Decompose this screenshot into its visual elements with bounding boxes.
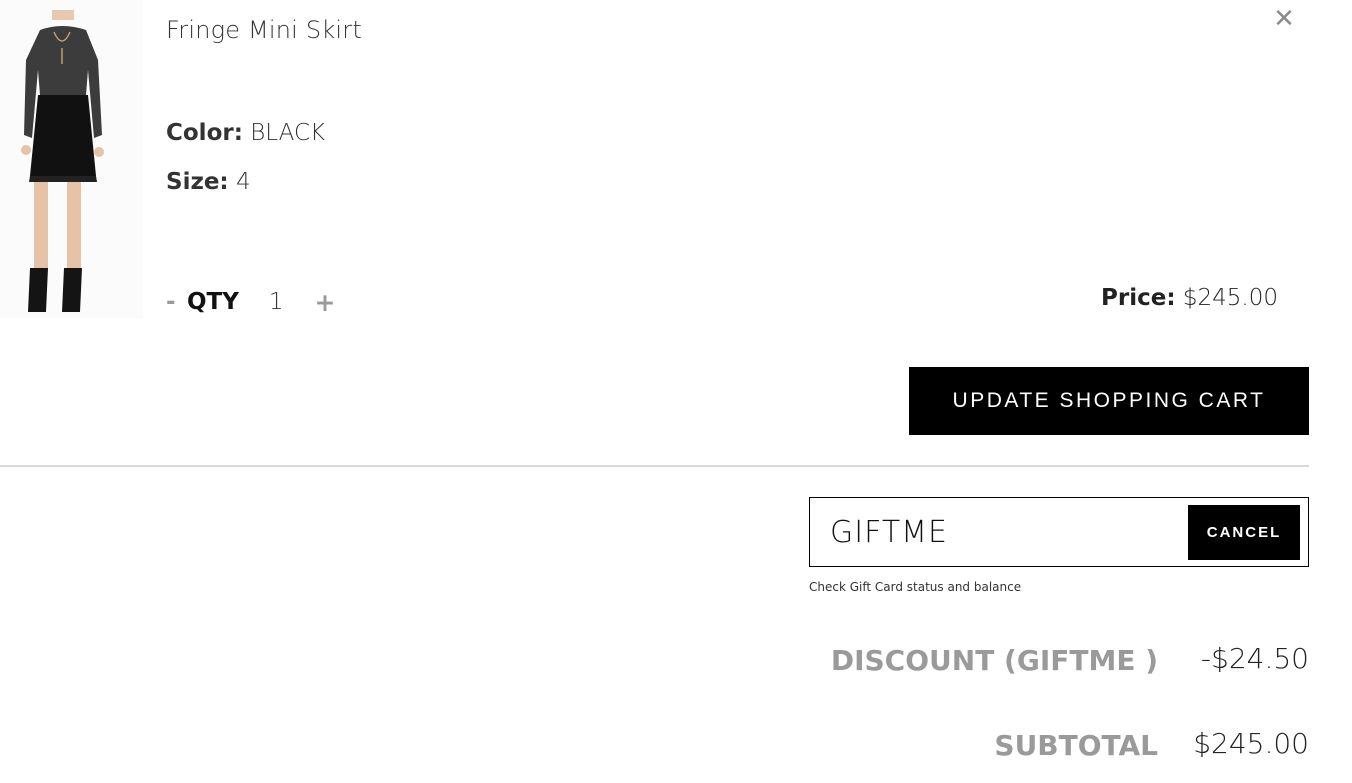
cancel-gift-code-button[interactable]: CANCEL (1188, 505, 1300, 560)
size-value: 4 (235, 169, 251, 195)
subtotal-label: SUBTOTAL (994, 729, 1158, 762)
color-label: Color: (166, 120, 243, 146)
qty-decrease-button[interactable]: - (166, 289, 180, 315)
quantity-stepper: - QTY 1 + (166, 285, 336, 319)
section-divider (0, 465, 1309, 467)
update-shopping-cart-button[interactable]: UPDATE SHOPPING CART (909, 367, 1309, 435)
discount-label: DISCOUNT (GIFTME ) (830, 644, 1158, 677)
color-value: BLACK (250, 120, 326, 146)
product-image[interactable] (0, 0, 143, 318)
qty-value[interactable]: 1 (269, 289, 284, 315)
size-label: Size: (166, 169, 229, 195)
product-name[interactable]: Fringe Mini Skirt (166, 16, 362, 44)
product-size: Size: 4 (166, 169, 251, 195)
product-color: Color: BLACK (166, 120, 325, 146)
qty-increase-button[interactable]: + (315, 288, 336, 317)
item-price: Price: $245.00 (1101, 285, 1278, 311)
price-label: Price: (1101, 285, 1176, 311)
subtotal-value: $245.00 (1193, 727, 1309, 760)
remove-item-close-icon[interactable]: ✕ (1272, 6, 1296, 32)
price-value: $245.00 (1182, 285, 1278, 311)
gift-code-box: CANCEL (809, 497, 1309, 567)
discount-value: -$24.50 (1200, 642, 1309, 675)
qty-label: QTY (187, 289, 239, 315)
shopping-cart-page: Fringe Mini Skirt Color: BLACK Size: 4 ✕… (0, 0, 1352, 783)
model-illustration (0, 0, 143, 318)
gift-code-input[interactable] (830, 512, 1170, 552)
gift-card-status-link[interactable]: Check Gift Card status and balance (809, 580, 1021, 594)
